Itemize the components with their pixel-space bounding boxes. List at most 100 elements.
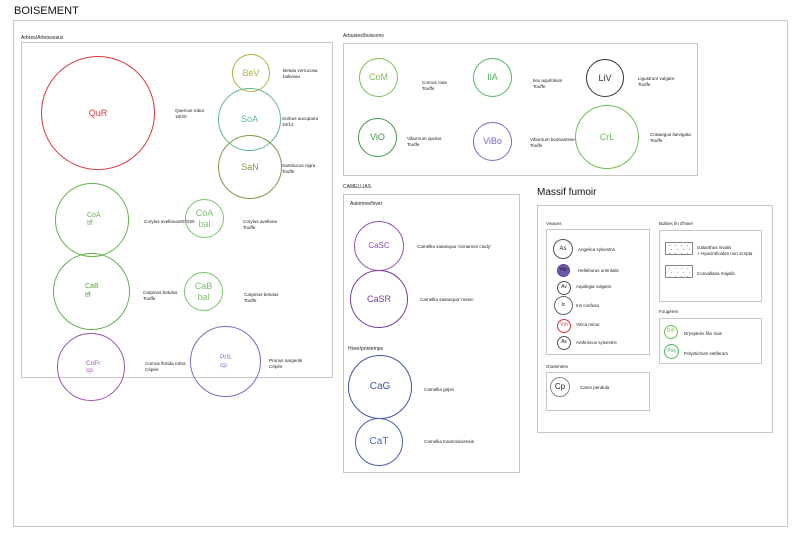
plant-code: Ho: [560, 266, 567, 273]
plant-circle[interactable]: As: [557, 336, 571, 350]
page-title: BOISEMENT: [14, 5, 79, 17]
bulb-dot: [687, 253, 689, 255]
plant-description: Cornus mas Touffe: [422, 80, 447, 91]
plant-description: Ilex aquifolium Touffe: [533, 78, 563, 89]
plant-circle[interactable]: Ic: [554, 296, 573, 315]
bulb-dot: [689, 272, 691, 274]
plant-circle[interactable]: CoA tff: [55, 183, 129, 257]
plant-description: Camellia sasanqua 'rosea': [420, 297, 474, 302]
plant-code: CaB bal: [194, 281, 213, 302]
plant-code: ViO: [370, 132, 385, 143]
section-label-camellias: CAMELLIAS: [343, 184, 372, 190]
plant-circle[interactable]: Vm: [557, 319, 571, 333]
plant-description: Galanthus nivalis + Hyacinthoides non sc…: [697, 245, 753, 256]
plant-circle[interactable]: CoFr cp: [57, 333, 125, 401]
plant-description: Helleborus orientalis: [578, 268, 619, 273]
plant-description: Viburnum bodnantese Touffe: [530, 137, 575, 148]
plant-circle[interactable]: CoA bal: [185, 199, 224, 238]
bulb-dot: [677, 249, 679, 251]
plant-description: Vinca minor: [576, 322, 600, 327]
massif-title: Massif fumoir: [537, 187, 597, 198]
plant-circle[interactable]: Av: [557, 281, 571, 295]
plant-description: Camellia grijsii: [424, 387, 454, 392]
plant-circle[interactable]: Ho: [557, 264, 570, 277]
plant-description: Betula verrucosa baliveau: [283, 68, 318, 79]
subsection-label-hiver: Hiver/printemps: [348, 346, 384, 352]
plant-code: Pos: [667, 347, 676, 354]
plant-description: Anthriscus sylvestris: [576, 340, 617, 345]
plant-circle[interactable]: CrL: [575, 105, 639, 169]
plant-code: SaN: [241, 161, 259, 172]
plant-circle[interactable]: DrF: [664, 325, 678, 339]
plant-circle[interactable]: As: [553, 239, 573, 259]
bulb-dot: [675, 268, 677, 270]
plant-description: Crataegus laevigata Touffe: [650, 132, 691, 143]
bulb-dot: [681, 253, 683, 255]
plant-description: Corylus avellana Touffe: [243, 219, 277, 230]
plant-circle[interactable]: BeV: [232, 54, 270, 92]
bulb-dot: [675, 276, 677, 278]
bulb-dot: [687, 245, 689, 247]
plant-description: Camellia sasanqua 'cinnamon cindy': [417, 244, 492, 249]
section-label-arbres: Arbres/Arbrisseaux: [21, 35, 64, 41]
bulb-dot: [681, 276, 683, 278]
plant-description: Angelica sylvestris: [578, 247, 616, 252]
subsection-label-graminees: Graminées: [546, 364, 569, 369]
plant-description: Prunus sargentii Cépée: [269, 358, 303, 369]
plant-code: As: [561, 339, 567, 346]
plant-code: Cp: [554, 382, 566, 392]
bulb-dot: [681, 268, 683, 270]
bulb-dot: [683, 272, 685, 274]
plant-circle[interactable]: QuR: [41, 56, 155, 170]
plant-circle[interactable]: CaSC: [354, 221, 404, 271]
plant-circle[interactable]: CaG: [348, 355, 412, 419]
plant-description: Viburnum opulus Touffe: [407, 136, 442, 147]
subsection-label-automne: Automne/hiver: [350, 201, 383, 207]
bulb-area-swatch[interactable]: [665, 265, 693, 278]
section-label-arbustes: Arbustes/buissons: [343, 33, 384, 39]
plant-code: IlA: [487, 72, 498, 83]
plant-circle[interactable]: LiV: [586, 59, 624, 97]
plant-code: CaB tff: [85, 283, 99, 299]
plant-code: Av: [561, 284, 567, 291]
bulb-dot: [677, 272, 679, 274]
plant-circle[interactable]: SaN: [218, 135, 282, 199]
bulb-dot: [671, 272, 673, 274]
plant-description: Sorbus aucuparia 10/12: [282, 116, 319, 127]
plant-code: CaG: [369, 381, 391, 393]
plant-code: ViBo: [483, 136, 502, 147]
subsection-label-vivaces: Vivaces: [546, 221, 562, 226]
plant-circle[interactable]: CaT: [355, 418, 403, 466]
plant-code: DrF: [666, 328, 676, 335]
bulb-dot: [687, 268, 689, 270]
plant-code: CaSC: [368, 241, 390, 251]
plant-description: Carpinus betulus Touffe: [143, 290, 178, 301]
plant-description: Ligustrum vulgare Touffe: [638, 76, 675, 87]
bulb-dot: [681, 245, 683, 247]
plant-code: CoFr cp: [86, 359, 101, 374]
plant-circle[interactable]: IlA: [473, 58, 512, 97]
plant-circle[interactable]: PrS cp: [190, 326, 261, 397]
bulb-area-swatch[interactable]: [665, 242, 693, 255]
plant-description: Polystichum setiferum: [684, 351, 729, 356]
plant-circle[interactable]: CaB tff: [53, 253, 130, 330]
plant-circle[interactable]: CoM: [359, 58, 398, 97]
subsection-label-bulbes: Bulbes fin d'hiver: [659, 221, 694, 226]
bulb-dot: [689, 249, 691, 251]
plant-description: Convallaria majalis: [697, 271, 735, 276]
bulb-dot: [687, 276, 689, 278]
bulb-dot: [669, 276, 671, 278]
plant-circle[interactable]: Pos: [664, 344, 679, 359]
bulb-dot: [675, 245, 677, 247]
plant-circle[interactable]: ViO: [358, 118, 397, 157]
plant-circle[interactable]: Cp: [550, 377, 570, 397]
plant-circle[interactable]: ViBo: [473, 122, 512, 161]
plant-description: Iris confusa: [576, 303, 600, 308]
plant-circle[interactable]: CaB bal: [184, 272, 223, 311]
bulb-dot: [669, 253, 671, 255]
plant-description: Camellia transnokoensis: [424, 439, 475, 444]
plant-circle[interactable]: CaSR: [350, 270, 408, 328]
subsection-label-fougeres: Fougères: [659, 309, 679, 314]
plant-description: Sambucus nigra Touffe: [282, 163, 316, 174]
plant-description: Carex pendula: [580, 385, 610, 390]
